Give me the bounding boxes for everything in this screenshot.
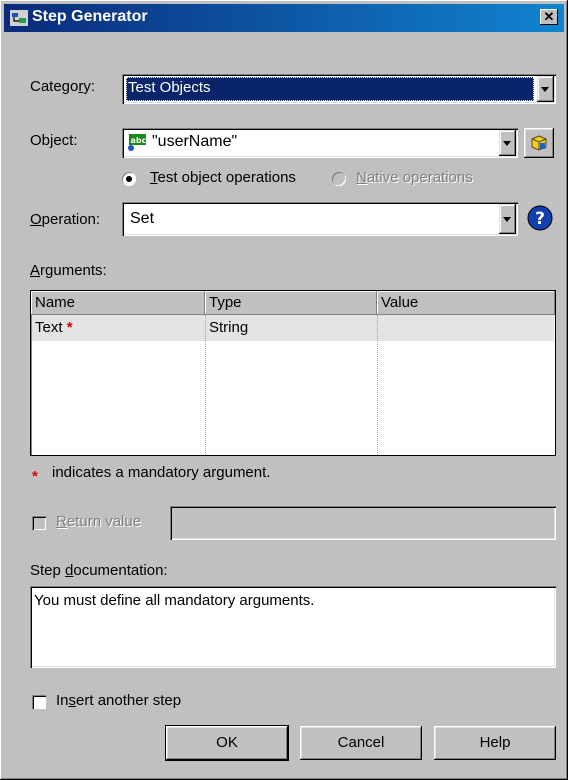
step-documentation-content: You must define all mandatory arguments. [34, 592, 315, 609]
mandatory-note: indicates a mandatory argument. [52, 464, 271, 481]
test-object-operations-radio[interactable] [122, 172, 136, 186]
operation-help-icon[interactable]: ? [526, 204, 554, 232]
object-dropdown-arrow[interactable] [499, 130, 516, 156]
object-repository-icon [531, 135, 547, 151]
ok-button[interactable]: OK [166, 726, 288, 760]
window-title: Step Generator [32, 8, 148, 25]
column-header-name[interactable]: Name [31, 291, 205, 315]
column-header-value[interactable]: Value [377, 291, 555, 315]
object-label: Object: [30, 132, 78, 149]
category-value: Test Objects [126, 77, 534, 101]
argument-name: Text [35, 319, 63, 336]
insert-another-step-checkbox[interactable] [32, 695, 46, 709]
help-button[interactable]: Help [434, 726, 556, 760]
mandatory-star: * [66, 319, 73, 336]
operation-value: Set [130, 210, 155, 227]
operation-label: Operation: [30, 211, 101, 228]
category-dropdown[interactable]: Test Objects [122, 74, 556, 104]
arguments-grid[interactable]: Name Type Value Text * String [30, 290, 556, 456]
native-operations-radio[interactable] [332, 172, 346, 186]
arguments-label: Arguments: [30, 262, 107, 279]
category-label: Category: [30, 78, 96, 95]
return-value-field[interactable] [170, 506, 556, 540]
argument-name-cell[interactable]: Text * [31, 315, 205, 341]
object-dropdown[interactable]: abc "userName" [122, 128, 518, 158]
return-value-label: Return value [56, 513, 142, 530]
test-object-operations-label: Test object operations [150, 169, 296, 186]
insert-another-step-label: Insert another step [56, 692, 182, 709]
close-button[interactable]: ✕ [540, 9, 558, 25]
operation-dropdown-arrow[interactable] [499, 204, 516, 234]
step-generator-dialog: Step Generator ✕ Category: Test Objects … [0, 0, 568, 780]
cancel-button[interactable]: Cancel [300, 726, 422, 760]
svg-text:abc: abc [131, 136, 147, 145]
native-operations-label: Native operations [356, 169, 473, 186]
step-generator-icon [10, 10, 28, 26]
column-header-type[interactable]: Type [205, 291, 377, 315]
operation-dropdown[interactable]: Set [122, 202, 518, 236]
select-object-button[interactable] [524, 128, 554, 158]
object-value: "userName" [152, 133, 238, 150]
argument-value-cell[interactable] [377, 315, 555, 341]
web-edit-object-icon: abc [128, 134, 147, 151]
category-dropdown-arrow[interactable] [537, 76, 554, 102]
mandatory-note-star: * [32, 468, 38, 485]
step-documentation-label: Step documentation: [30, 562, 168, 579]
return-value-checkbox[interactable] [32, 516, 46, 530]
svg-text:?: ? [535, 209, 545, 229]
step-documentation-text: You must define all mandatory arguments. [30, 586, 556, 668]
argument-type-cell[interactable]: String [205, 315, 377, 341]
title-bar[interactable]: Step Generator ✕ [4, 4, 564, 32]
